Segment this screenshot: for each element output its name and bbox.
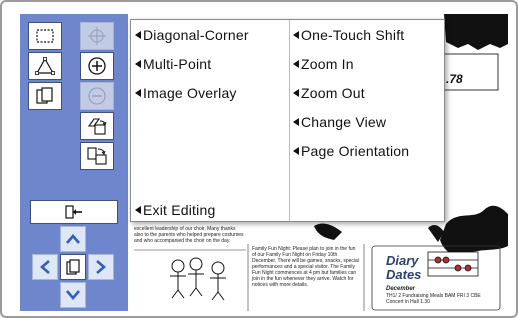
move-button[interactable] xyxy=(80,22,114,50)
menu-divider xyxy=(289,20,290,221)
zoom-in-button[interactable] xyxy=(80,52,114,80)
chevron-down-icon xyxy=(66,290,80,300)
crosshair-icon xyxy=(88,27,106,45)
menu-pointer-icon xyxy=(135,31,141,39)
diary-lines: TH1/ 2 Fundraising Meals BAM FRI 3 CBE C… xyxy=(386,293,481,305)
pan-down-button[interactable] xyxy=(60,282,86,308)
menu-pointer-icon xyxy=(293,89,299,97)
triangle-points-icon xyxy=(35,57,55,75)
chevron-left-icon xyxy=(40,260,50,274)
overlay-pages-icon xyxy=(36,87,53,104)
editor-frame: .78 excellent leadership of our choir. M… xyxy=(0,0,518,318)
menu-pointer-icon xyxy=(135,60,141,68)
rotate-view-icon xyxy=(87,118,107,135)
menu-pointer-icon xyxy=(293,147,299,155)
menu-item-image-overlay[interactable]: Image Overlay xyxy=(135,80,237,106)
rectangle-select-button[interactable] xyxy=(28,22,62,50)
page-center-icon xyxy=(66,259,80,275)
exit-door-icon xyxy=(65,205,82,219)
chevron-right-icon xyxy=(96,260,106,274)
menu-item-multi-point[interactable]: Multi-Point xyxy=(135,51,211,77)
diary-subtitle: December xyxy=(386,286,416,292)
pan-right-button[interactable] xyxy=(88,254,114,280)
price-label: .78 xyxy=(446,72,463,86)
polygon-select-button[interactable] xyxy=(28,52,62,80)
tool-panel xyxy=(20,14,128,311)
menu-pointer-icon xyxy=(135,206,141,214)
exit-editing-button[interactable] xyxy=(30,200,118,224)
pan-left-button[interactable] xyxy=(32,254,58,280)
menu-item-zoom-out[interactable]: Zoom Out xyxy=(293,80,365,106)
minus-circle-icon xyxy=(88,87,106,105)
family-fun-night-paragraph: Family Fun Night: Please plan to join in… xyxy=(252,246,359,288)
menu-item-one-touch-shift[interactable]: One-Touch Shift xyxy=(293,22,404,48)
menu-pointer-icon xyxy=(293,60,299,68)
page-rotate-icon xyxy=(87,147,107,165)
change-view-button[interactable] xyxy=(80,112,114,140)
pan-center-button[interactable] xyxy=(60,254,86,280)
zoom-out-button[interactable] xyxy=(80,82,114,110)
menu-pointer-icon xyxy=(293,118,299,126)
menu-pointer-icon xyxy=(135,89,141,97)
menu-item-exit-editing[interactable]: Exit Editing xyxy=(135,197,215,223)
menu-pointer-icon xyxy=(293,31,299,39)
diary-dates-title: Diary Dates xyxy=(386,253,422,282)
menu-item-change-view[interactable]: Change View xyxy=(293,109,386,135)
plus-circle-icon xyxy=(88,57,106,75)
menu-item-diagonal-corner[interactable]: Diagonal-Corner xyxy=(135,22,249,48)
editing-menu: Diagonal-Corner Multi-Point Image Overla… xyxy=(130,19,445,222)
rectangle-select-icon xyxy=(36,29,54,43)
image-overlay-button[interactable] xyxy=(28,82,62,110)
menu-item-zoom-in[interactable]: Zoom In xyxy=(293,51,354,77)
page-orientation-button[interactable] xyxy=(80,142,114,170)
chevron-up-icon xyxy=(66,234,80,244)
choir-paragraph: excellent leadership of our choir. Many … xyxy=(134,226,244,244)
menu-item-page-orientation[interactable]: Page Orientation xyxy=(293,138,409,164)
pan-up-button[interactable] xyxy=(60,226,86,252)
